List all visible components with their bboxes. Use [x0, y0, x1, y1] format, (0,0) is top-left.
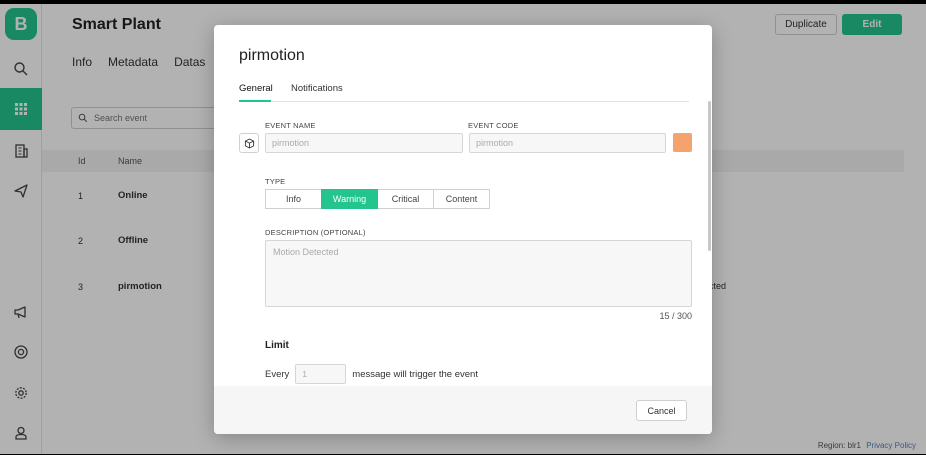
event-icon-button[interactable] [239, 133, 259, 153]
app-window: B Smart Plant Duplicate Edit Info Metada… [0, 4, 926, 454]
cancel-button[interactable]: Cancel [636, 400, 687, 421]
event-type-selector: Info Warning Critical Content [265, 189, 490, 209]
description-textarea[interactable]: Motion Detected [265, 240, 692, 307]
type-label: TYPE [265, 177, 286, 186]
active-tab-indicator [239, 100, 271, 102]
type-option-critical[interactable]: Critical [377, 189, 434, 209]
limit-count-input[interactable]: 1 [295, 364, 347, 384]
type-option-warning[interactable]: Warning [321, 189, 378, 209]
edit-event-dialog: pirmotion General Notifications EVENT NA… [214, 25, 712, 434]
limit-row: Every 1 message will trigger the event [265, 364, 478, 384]
dialog-footer: Cancel [214, 386, 712, 434]
limit-heading: Limit [265, 340, 289, 351]
event-code-label: EVENT CODE [468, 121, 519, 130]
character-counter: 15 / 300 [659, 311, 692, 321]
tab-notifications[interactable]: Notifications [291, 83, 343, 94]
event-name-label: EVENT NAME [265, 121, 316, 130]
cube-icon [244, 138, 254, 148]
type-option-content[interactable]: Content [433, 189, 490, 209]
dialog-scrollbar[interactable] [708, 101, 711, 251]
type-option-info[interactable]: Info [265, 189, 322, 209]
description-label: DESCRIPTION (OPTIONAL) [265, 228, 366, 237]
tabs-divider [239, 101, 689, 102]
event-code-field[interactable]: pirmotion [469, 133, 666, 153]
tab-general[interactable]: General [239, 83, 273, 94]
limit-suffix: message will trigger the event [352, 368, 478, 380]
dialog-title: pirmotion [239, 47, 305, 64]
event-color-picker[interactable] [673, 133, 692, 152]
limit-prefix: Every [265, 368, 290, 380]
event-name-field[interactable]: pirmotion [265, 133, 463, 153]
